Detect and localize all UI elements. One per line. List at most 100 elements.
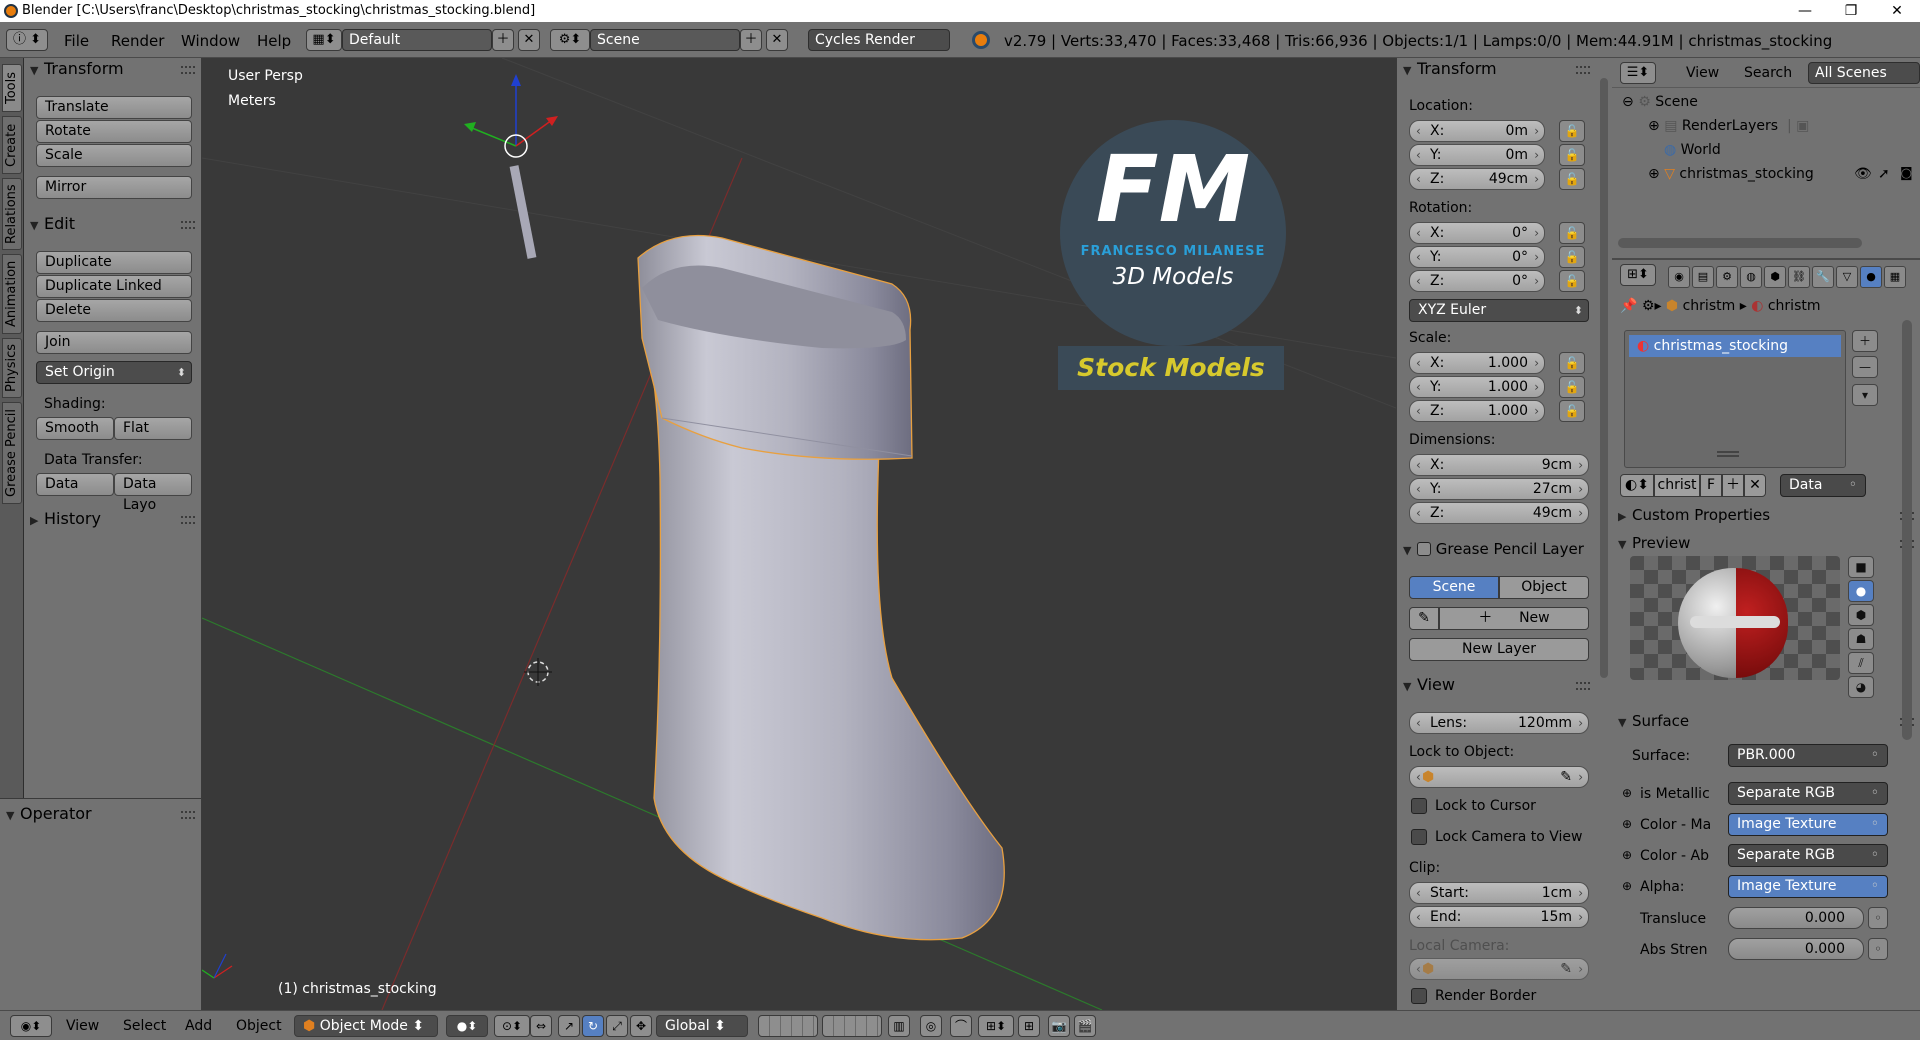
scale-button[interactable]: Scale [36,144,192,167]
stocking-loop[interactable] [509,165,537,259]
scale-manipulator-icon[interactable]: ⤢ [606,1015,628,1037]
lock-scale-z-icon[interactable]: 🔓 [1559,400,1585,422]
n-panel-scrollbar[interactable] [1596,58,1612,1010]
outliner-view-menu[interactable]: View [1686,65,1719,81]
tab-physics[interactable]: Physics [2,338,22,398]
preview-flat-icon[interactable]: ■ [1848,556,1874,578]
set-origin-select[interactable]: Set Origin [36,361,192,384]
panel-grip-icon[interactable] [181,221,195,229]
constraints-tab-icon[interactable]: ⛓ [1788,266,1810,288]
grease-pencil-layers-header[interactable]: ▼ Grease Pencil Layer [1403,538,1584,560]
duplicate-linked-button[interactable]: Duplicate Linked [36,275,192,298]
tab-animation[interactable]: Animation [2,254,22,334]
lock-scale-x-icon[interactable]: 🔓 [1559,352,1585,374]
tab-tools[interactable]: Tools [2,64,22,112]
surface-shader-select[interactable]: PBR.000 [1728,744,1888,767]
render-layers-tab-icon[interactable]: ▤ [1692,266,1714,288]
translate-button[interactable]: Translate [36,96,192,119]
proportional-edit-icon[interactable]: ◎ [920,1015,942,1037]
maximize-button[interactable]: ❐ [1828,0,1874,22]
n-view-header[interactable]: ▼ View [1403,674,1455,696]
fake-user-button[interactable]: F [1700,474,1722,497]
transform-panel-header[interactable]: ▼ Transform [30,58,124,80]
outliner-item-world[interactable]: ◍ World [1664,142,1721,158]
modifiers-tab-icon[interactable]: 🔧 [1812,266,1834,288]
expand-input-icon[interactable]: ⊕ [1622,817,1632,831]
panel-grip-icon[interactable] [1576,682,1590,690]
falloff-icon[interactable]: ⌒ [950,1015,972,1037]
lock-location-y-icon[interactable]: 🔓 [1559,144,1585,166]
panel-grip-icon[interactable] [181,66,195,74]
object-tab-icon[interactable]: ⬢ [1764,266,1786,288]
tab-grease-pencil[interactable]: Grease Pencil [2,402,22,504]
lock-rotation-y-icon[interactable]: 🔓 [1559,246,1585,268]
history-panel-header[interactable]: ▶ History [30,508,101,530]
flat-button[interactable]: Flat [114,417,192,440]
renderability-camera-icon[interactable]: ◙ [1900,166,1913,181]
scene-icon[interactable]: ⚙⬍ [550,29,590,51]
lock-rotation-x-icon[interactable]: 🔓 [1559,222,1585,244]
remove-scene-icon[interactable]: ✕ [766,29,788,51]
preview-cube-icon[interactable]: ⬢ [1848,604,1874,626]
delete-button[interactable]: Delete [36,299,192,322]
layer-buttons-a[interactable] [758,1015,818,1037]
list-resize-grip[interactable] [1717,451,1739,457]
panel-grip-icon[interactable] [1576,66,1590,74]
dimensions-y-field[interactable]: Y:27cm [1409,478,1589,500]
visibility-eye-icon[interactable]: 👁 [1854,166,1872,182]
close-button[interactable]: ✕ [1874,0,1920,22]
lock-location-x-icon[interactable]: 🔓 [1559,120,1585,142]
lock-rotation-z-icon[interactable]: 🔓 [1559,270,1585,292]
data-button[interactable]: Data [36,473,114,496]
tab-relations[interactable]: Relations [2,178,22,250]
edit-panel-header[interactable]: ▼ Edit [30,213,75,235]
scene-tab-icon[interactable]: ⚙ [1716,266,1738,288]
lock-scale-y-icon[interactable]: 🔓 [1559,376,1585,398]
outliner-scrollbar[interactable] [1618,238,1862,248]
scrollbar-thumb[interactable] [1600,78,1608,678]
dimensions-x-field[interactable]: X:9cm [1409,454,1589,476]
duplicate-button[interactable]: Duplicate [36,251,192,274]
link-mode-select[interactable]: Data [1780,474,1866,497]
properties-scrollbar[interactable] [1902,320,1912,740]
menu-help[interactable]: Help [257,32,291,50]
material-preview[interactable] [1630,556,1840,680]
expand-input-icon[interactable]: ⊕ [1622,848,1632,862]
translucent-slider[interactable]: 0.000 [1728,907,1864,929]
new-material-icon[interactable]: ＋ [1722,474,1744,497]
menu-file[interactable]: File [64,32,89,50]
gp-new-layer-button[interactable]: New Layer [1409,638,1589,661]
location-y-field[interactable]: Y:0m [1409,144,1545,166]
pin-icon[interactable]: 📌 [1620,298,1637,314]
render-tab-icon[interactable]: ◉ [1668,266,1690,288]
preview-hair-icon[interactable]: ⫽ [1848,652,1874,674]
lock-to-cursor-checkbox[interactable] [1411,798,1427,814]
editor-type-3dview-icon[interactable]: ◉⬍ [10,1015,52,1037]
scene-field[interactable]: Scene [590,29,740,51]
alpha-input-select[interactable]: Image Texture [1728,875,1888,898]
viewport-shading-select[interactable]: ●⬍ [446,1015,488,1037]
translate-manipulator-icon[interactable]: ↗ [558,1015,580,1037]
render-engine-select[interactable]: Cycles Render [808,29,950,51]
transform-orientation-select[interactable]: Global ⬍ [656,1015,748,1037]
add-slot-icon[interactable]: ＋ [1852,330,1878,352]
unlink-material-icon[interactable]: ✕ [1744,474,1766,497]
preview-world-icon[interactable]: ◕ [1848,676,1874,698]
pivot-point-select[interactable]: ⊙⬍ [494,1015,530,1037]
location-x-field[interactable]: X:0m [1409,120,1545,142]
x-axis-gizmo[interactable] [515,119,553,147]
manipulator-toggle-icon[interactable]: ⇔ [530,1015,552,1037]
remove-slot-icon[interactable]: — [1852,356,1878,378]
screen-layout-icon[interactable]: ▦⬍ [306,29,342,51]
add-screen-icon[interactable]: ＋ [492,29,514,51]
menu-select[interactable]: Select [123,1018,166,1034]
data-layout-button[interactable]: Data Layo [114,473,192,513]
outliner-display-mode[interactable]: All Scenes [1808,62,1920,84]
lock-to-object-field[interactable]: ⬢✎ [1409,766,1589,788]
outliner-item-renderlayers[interactable]: ⊕ ▤ RenderLayers | ▣ [1648,118,1809,134]
outliner-item-scene[interactable]: ⊖ ⚙ Scene [1622,94,1698,110]
grease-pencil-checkbox[interactable] [1417,542,1431,556]
metallic-input-select[interactable]: Separate RGB [1728,782,1888,805]
lock-location-z-icon[interactable]: 🔓 [1559,168,1585,190]
menu-add[interactable]: Add [185,1018,212,1034]
